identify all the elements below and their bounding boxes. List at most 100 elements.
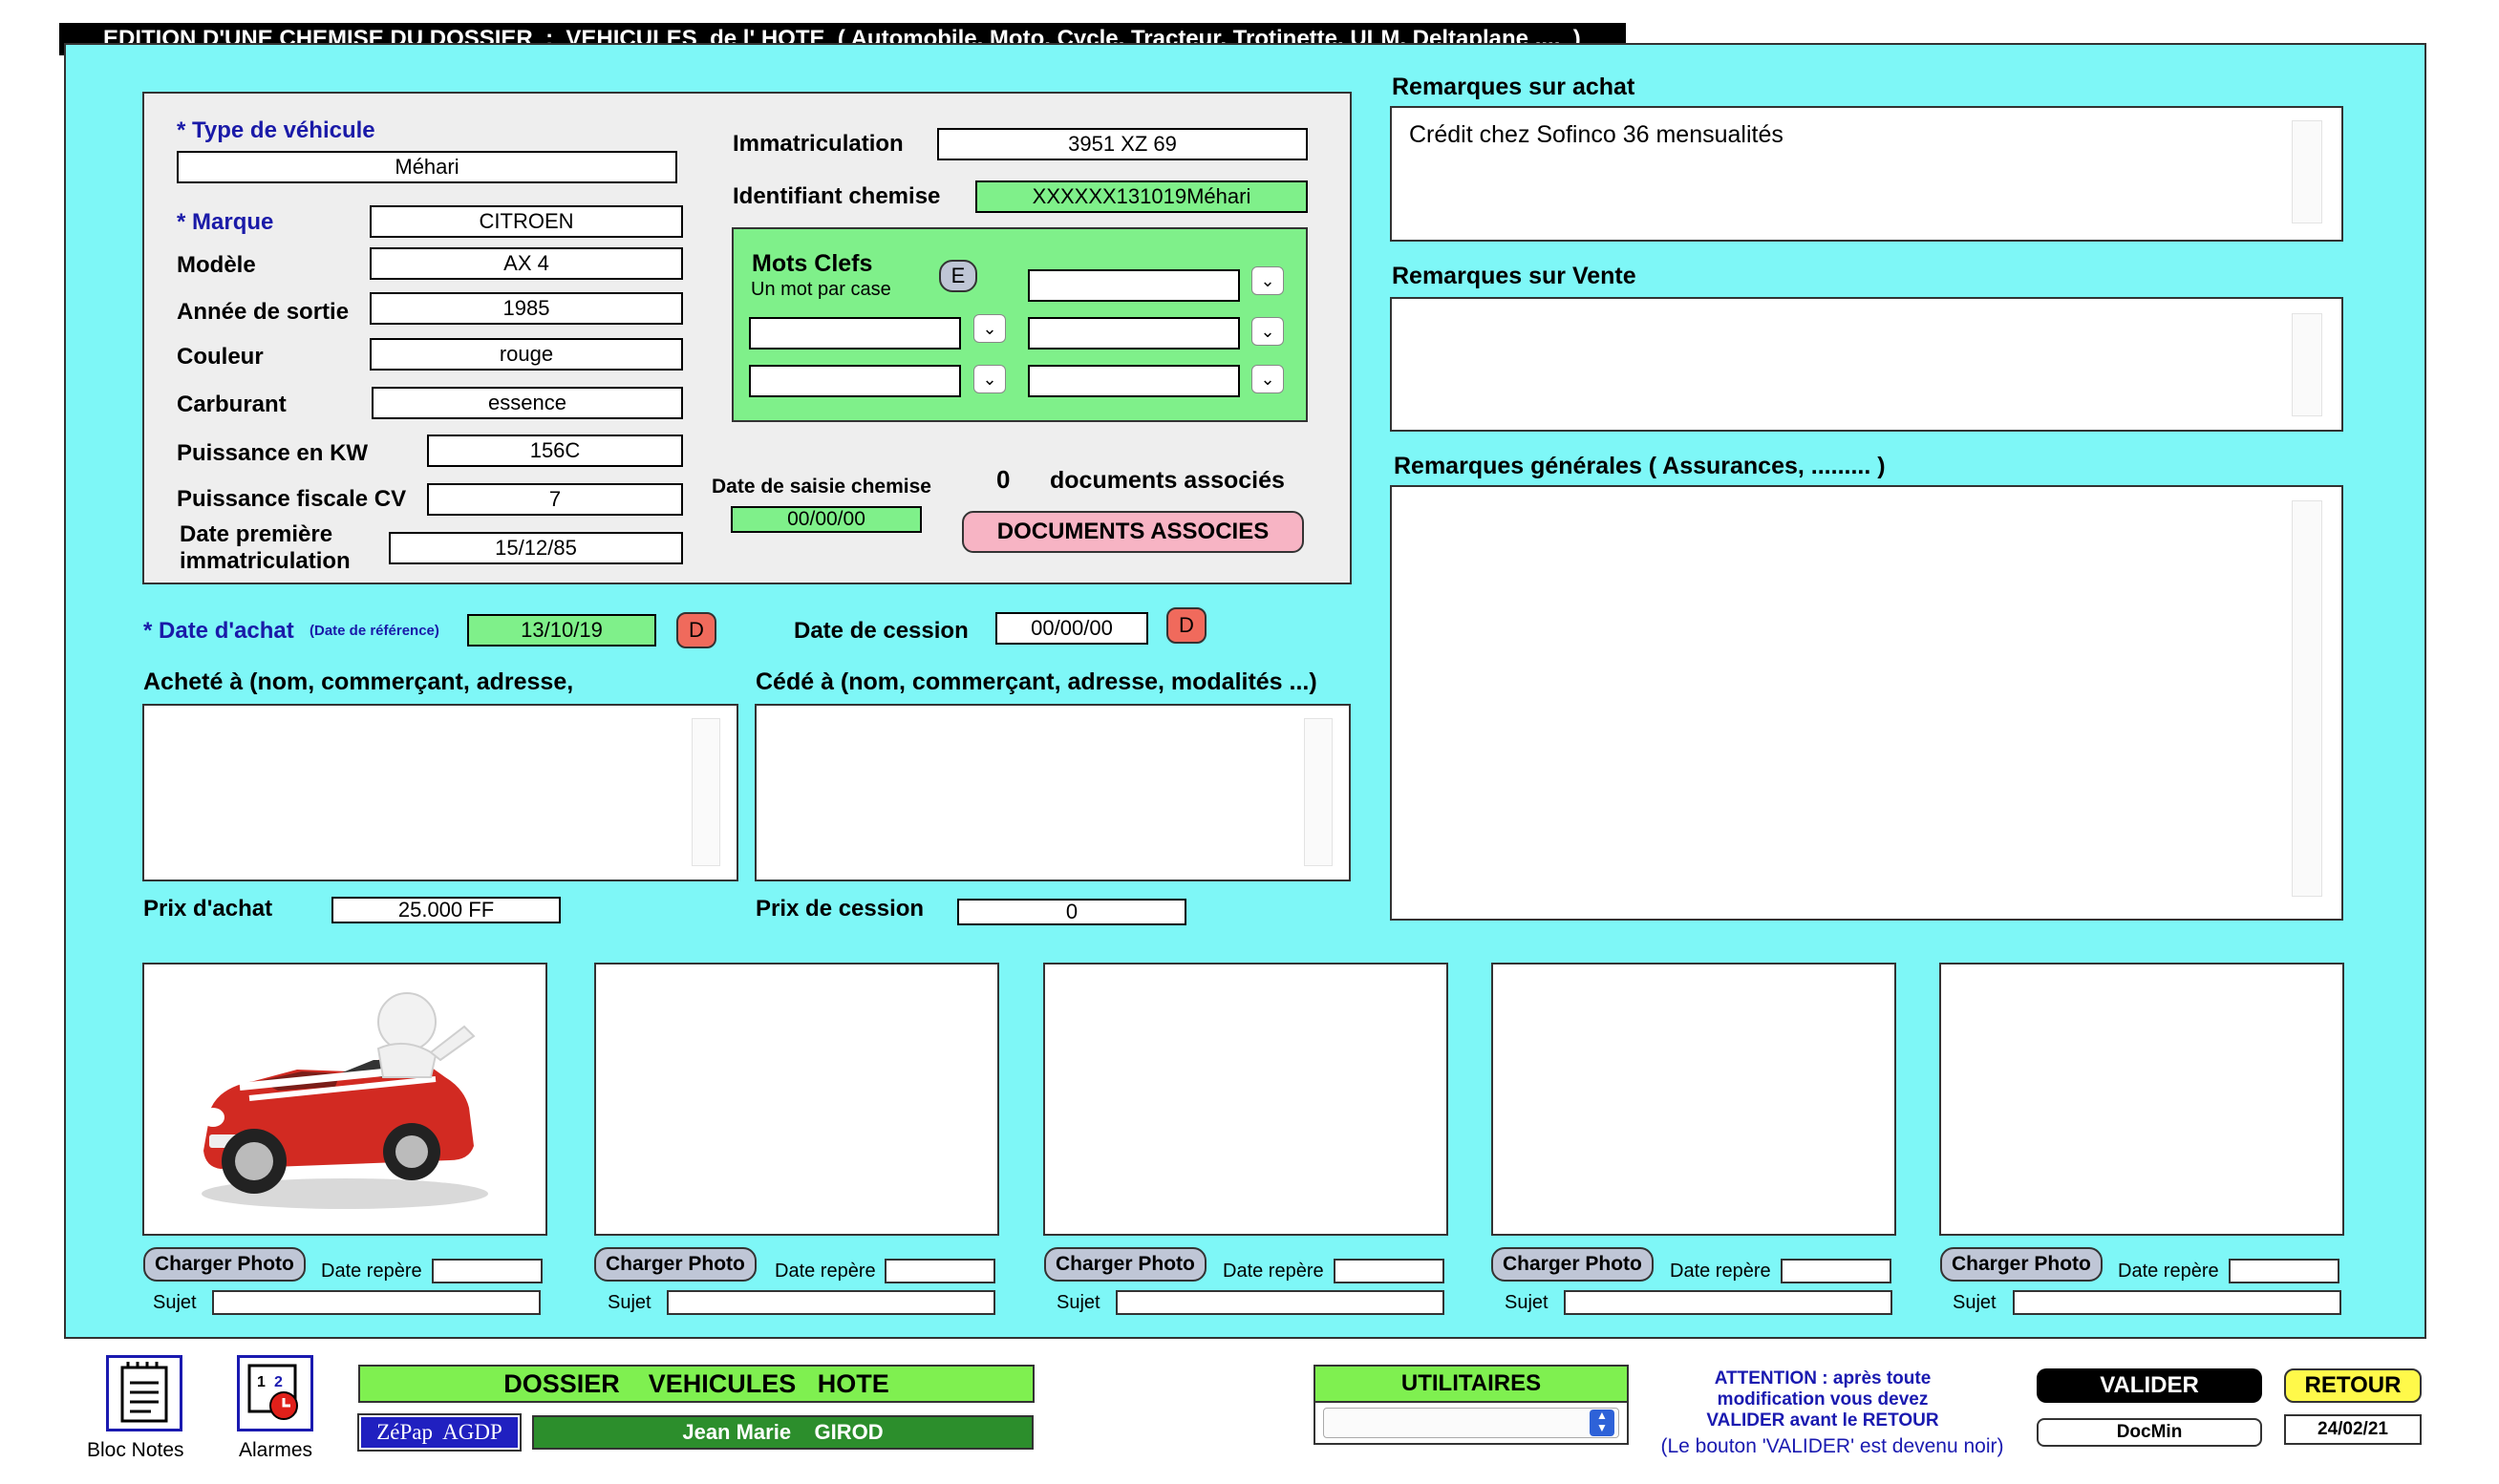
- charger-photo-button-3[interactable]: Charger Photo: [1044, 1247, 1207, 1282]
- valider-button[interactable]: VALIDER: [2037, 1368, 2262, 1403]
- documents-label: documents associés: [1050, 467, 1285, 494]
- cede-textarea[interactable]: [755, 704, 1351, 881]
- immatriculation-label: Immatriculation: [733, 131, 904, 157]
- date-repere-field-1[interactable]: [432, 1259, 543, 1283]
- sujet-field-1[interactable]: [212, 1290, 541, 1315]
- sujet-label-3: Sujet: [1057, 1292, 1100, 1313]
- attention-line-2: modification vous devez: [1717, 1389, 1929, 1410]
- puissance-cv-field[interactable]: 7: [427, 483, 683, 516]
- date-repere-field-5[interactable]: [2229, 1259, 2339, 1283]
- sujet-field-2[interactable]: [667, 1290, 995, 1315]
- date-repere-field-2[interactable]: [885, 1259, 995, 1283]
- photo-frame-1[interactable]: [142, 963, 547, 1236]
- puissance-kw-field[interactable]: 156C: [427, 435, 683, 467]
- keyword-input-3[interactable]: [1028, 317, 1240, 350]
- alarmes-button[interactable]: 1 2: [237, 1355, 313, 1431]
- prix-achat-field[interactable]: 25.000 FF: [331, 897, 561, 923]
- remarques-vente-label: Remarques sur Vente: [1392, 263, 1636, 289]
- keyword-input-4[interactable]: [749, 365, 961, 397]
- charger-photo-button-5[interactable]: Charger Photo: [1940, 1247, 2103, 1282]
- date-achat-d-button[interactable]: D: [676, 612, 716, 648]
- keyword-input-5[interactable]: [1028, 365, 1240, 397]
- retour-button[interactable]: RETOUR: [2284, 1368, 2422, 1403]
- modele-field[interactable]: AX 4: [370, 247, 683, 280]
- type-field[interactable]: Méhari: [177, 151, 677, 183]
- keywords-subtitle: Un mot par case: [751, 279, 891, 300]
- photo-frame-4[interactable]: [1491, 963, 1896, 1236]
- date-achat-field[interactable]: 13/10/19: [467, 614, 656, 647]
- photo-frame-2[interactable]: [594, 963, 999, 1236]
- keyword-dropdown-2[interactable]: ⌄: [973, 314, 1006, 343]
- photo-frame-3[interactable]: [1043, 963, 1448, 1236]
- annee-label: Année de sortie: [177, 299, 350, 325]
- keyword-dropdown-3[interactable]: ⌄: [1251, 317, 1284, 346]
- marque-field[interactable]: CITROEN: [370, 205, 683, 238]
- docmin-button[interactable]: DocMin: [2037, 1418, 2262, 1447]
- remarques-generales-textarea[interactable]: [1390, 485, 2343, 921]
- keyword-dropdown-4[interactable]: ⌄: [973, 365, 1006, 393]
- annee-field[interactable]: 1985: [370, 292, 683, 325]
- charger-photo-button-1[interactable]: Charger Photo: [143, 1247, 306, 1282]
- remarques-generales-scrollbar[interactable]: [2292, 500, 2322, 897]
- attention-line-3: VALIDER avant le RETOUR: [1706, 1410, 1939, 1431]
- date-cession-d-button[interactable]: D: [1166, 607, 1207, 644]
- date-immat-field[interactable]: 15/12/85: [389, 532, 683, 564]
- sujet-field-5[interactable]: [2013, 1290, 2341, 1315]
- date-cession-label: Date de cession: [794, 618, 969, 644]
- keyword-dropdown-1[interactable]: ⌄: [1251, 266, 1284, 295]
- attention-line-4: (Le bouton 'VALIDER' est devenu noir): [1660, 1435, 2004, 1457]
- documents-associes-button[interactable]: DOCUMENTS ASSOCIES: [962, 511, 1304, 553]
- remarques-vente-scrollbar[interactable]: [2292, 313, 2322, 416]
- remarques-achat-scrollbar[interactable]: [2292, 120, 2322, 223]
- remarques-generales-label: Remarques générales ( Assurances, ......…: [1394, 453, 1886, 479]
- couleur-label: Couleur: [177, 344, 264, 370]
- sujet-field-3[interactable]: [1116, 1290, 1444, 1315]
- charger-photo-button-4[interactable]: Charger Photo: [1491, 1247, 1654, 1282]
- svg-text:1: 1: [257, 1374, 266, 1390]
- date-repere-field-4[interactable]: [1781, 1259, 1891, 1283]
- immatriculation-field[interactable]: 3951 XZ 69: [937, 128, 1308, 160]
- keyword-dropdown-5[interactable]: ⌄: [1251, 365, 1284, 393]
- alarmes-label: Alarmes: [239, 1439, 313, 1461]
- keywords-e-button[interactable]: E: [939, 260, 977, 292]
- achete-textarea[interactable]: [142, 704, 738, 881]
- date-repere-label-1: Date repère: [321, 1261, 422, 1282]
- documents-count: 0: [996, 465, 1011, 494]
- bloc-notes-button[interactable]: [106, 1355, 182, 1431]
- keyword-input-2[interactable]: [749, 317, 961, 350]
- date-immat-label-1: Date première: [180, 521, 333, 547]
- remarques-achat-label: Remarques sur achat: [1392, 74, 1635, 100]
- keyword-input-1[interactable]: [1028, 269, 1240, 302]
- remarques-achat-textarea[interactable]: Crédit chez Sofinco 36 mensualités: [1390, 106, 2343, 242]
- saisie-label: Date de saisie chemise: [712, 476, 931, 498]
- sujet-field-4[interactable]: [1564, 1290, 1892, 1315]
- date-immat-label-2: immatriculation: [180, 548, 351, 574]
- carburant-field[interactable]: essence: [372, 387, 683, 419]
- date-repere-label-4: Date repère: [1670, 1261, 1771, 1282]
- puissance-kw-label: Puissance en KW: [177, 440, 369, 466]
- date-cession-field[interactable]: 00/00/00: [995, 612, 1148, 645]
- identifiant-field: XXXXXX131019Méhari: [975, 180, 1308, 213]
- select-arrows-icon[interactable]: ▲ ▼: [1590, 1410, 1614, 1436]
- chevron-down-icon: ⌄: [982, 319, 997, 338]
- date-repere-label-5: Date repère: [2118, 1261, 2219, 1282]
- prix-achat-label: Prix d'achat: [143, 896, 273, 922]
- photo-frame-5[interactable]: [1939, 963, 2344, 1236]
- cede-scrollbar[interactable]: [1304, 718, 1333, 866]
- prix-cession-label: Prix de cession: [756, 896, 925, 922]
- remarques-vente-textarea[interactable]: [1390, 297, 2343, 432]
- utilitaires-select[interactable]: [1323, 1408, 1619, 1438]
- prix-cession-field[interactable]: 0: [957, 899, 1186, 925]
- keywords-title: Mots Clefs: [752, 250, 873, 277]
- charger-photo-button-2[interactable]: Charger Photo: [594, 1247, 757, 1282]
- zepap-button[interactable]: ZéPap AGDP: [357, 1413, 522, 1452]
- identifiant-label: Identifiant chemise: [733, 183, 941, 209]
- dossier-banner: DOSSIER VEHICULES HOTE: [358, 1365, 1035, 1403]
- date-repere-field-3[interactable]: [1334, 1259, 1444, 1283]
- red-convertible-car-photo: [202, 992, 488, 1209]
- carburant-label: Carburant: [177, 392, 287, 417]
- couleur-field[interactable]: rouge: [370, 338, 683, 371]
- date-repere-label-2: Date repère: [775, 1261, 876, 1282]
- achete-scrollbar[interactable]: [692, 718, 720, 866]
- current-date: 24/02/21: [2284, 1414, 2422, 1445]
